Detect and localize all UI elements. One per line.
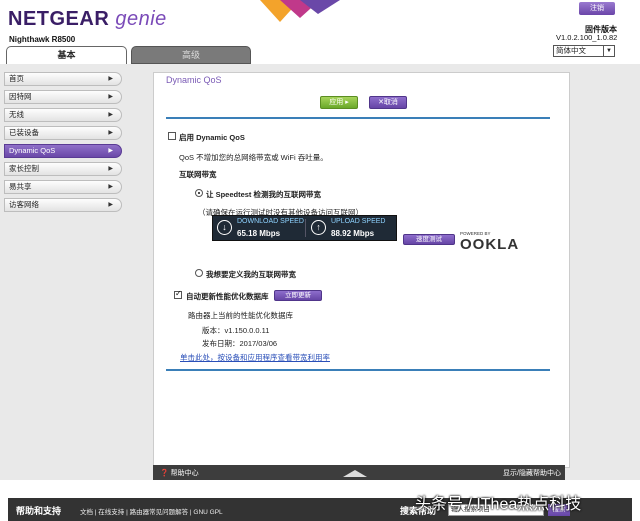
- divider-top: [166, 117, 550, 119]
- qos-description: QoS 不增加您的总网络带宽或 WiFi 吞吐量。: [179, 153, 328, 162]
- auto-update-checkbox[interactable]: [174, 289, 182, 299]
- frame-inner: 首页 ▶ 因特网 ▶ 无线 ▶ 已装设备 ▶ Dynamic QoS ▶ 家长控制 ▶ 易共…: [0, 64, 640, 480]
- sidebar-item-wireless[interactable]: 无线 ▶: [4, 108, 122, 122]
- divider-bottom: [166, 369, 550, 371]
- chevron-right-icon: ▶: [108, 112, 113, 118]
- chevron-right-icon: ▶: [108, 76, 113, 82]
- download-value: 65.18 Mbps: [237, 229, 281, 238]
- sidebar-item-label: Dynamic QoS: [9, 146, 56, 155]
- enable-qos-label: 启用 Dynamic QoS: [179, 133, 245, 142]
- tab-advanced[interactable]: 高级: [131, 46, 251, 64]
- speedtest-radio-label: 让 Speedtest 检测我的互联网带宽: [206, 190, 322, 199]
- sidebar-item-internet[interactable]: 因特网 ▶: [4, 90, 122, 104]
- page-title: Dynamic QoS: [166, 75, 222, 85]
- logo-product: genie: [115, 8, 167, 30]
- sidebar-item-label: 首页: [9, 74, 24, 83]
- help-icon: ❓: [160, 470, 169, 477]
- speed-test-button[interactable]: 速度测试: [403, 234, 455, 245]
- support-links[interactable]: 文档 | 在线支持 | 路由器常见问题解答 | GNU GPL: [80, 506, 223, 516]
- main-frame: 首页 ▶ 因特网 ▶ 无线 ▶ 已装设备 ▶ Dynamic QoS ▶ 家长控制 ▶ 易共…: [0, 64, 640, 480]
- custom-bandwidth-radio[interactable]: [195, 269, 203, 277]
- speedtest-radio[interactable]: [195, 189, 203, 197]
- chevron-right-icon: ▶: [108, 166, 113, 172]
- sidebar-item-label: 家长控制: [9, 164, 39, 173]
- tab-basic[interactable]: 基本: [6, 46, 127, 64]
- download-arrow-icon: ↓: [217, 220, 232, 235]
- sidebar-item-dynamic-qos[interactable]: Dynamic QoS ▶: [4, 144, 122, 158]
- upload-label: UPLOAD SPEED: [331, 218, 386, 225]
- speed-separator: [305, 219, 306, 237]
- watermark: 头条号 / IThea热点科技: [415, 496, 582, 513]
- logo-brand: NETGEAR: [8, 8, 110, 30]
- support-title: 帮助和支持: [16, 506, 62, 516]
- cancel-button[interactable]: ✕取消: [369, 96, 407, 109]
- speedtest-result: ↓ DOWNLOAD SPEED 65.18 Mbps ↑ UPLOAD SPE…: [212, 215, 397, 241]
- logo-swoosh-graphic: [260, 0, 340, 22]
- netgear-genie-logo: NETGEAR genie: [8, 8, 167, 31]
- chevron-right-icon: ▶: [108, 130, 113, 136]
- db-version: 版本：v1.150.0.0.11: [202, 326, 270, 335]
- sidebar-item-label: 访客网络: [9, 200, 39, 209]
- update-now-button[interactable]: 立即更新: [274, 290, 322, 301]
- firmware-version: V1.0.2.100_1.0.82: [556, 33, 618, 42]
- content-panel: Dynamic QoS 应用 ▸ ✕取消 启用 Dynamic QoS QoS …: [153, 72, 570, 468]
- sidebar-item-guest-network[interactable]: 访客网络 ▶: [4, 198, 122, 212]
- download-label: DOWNLOAD SPEED: [237, 218, 304, 225]
- expand-triangle-icon[interactable]: [343, 470, 367, 477]
- sidebar-item-label: 易共享: [9, 182, 32, 191]
- enable-qos-checkbox[interactable]: [168, 132, 176, 140]
- chevron-right-icon: ▶: [108, 202, 113, 208]
- language-value: 简体中文: [556, 46, 586, 55]
- custom-bandwidth-label: 我想要定义我的互联网带宽: [206, 270, 296, 279]
- upload-value: 88.92 Mbps: [331, 229, 375, 238]
- logout-button[interactable]: 注销: [579, 2, 615, 15]
- sidebar: 首页 ▶ 因特网 ▶ 无线 ▶ 已装设备 ▶ Dynamic QoS ▶ 家长控制 ▶ 易共…: [0, 72, 124, 216]
- sidebar-item-readyshare[interactable]: 易共享 ▶: [4, 180, 122, 194]
- header: NETGEAR genie Nighthawk R8500 注销 固件版本 V1…: [0, 0, 640, 64]
- download-speed: ↓ DOWNLOAD SPEED 65.18 Mbps: [213, 216, 305, 240]
- chevron-right-icon: ▶: [108, 148, 113, 154]
- language-select[interactable]: 简体中文 ▼: [553, 45, 615, 57]
- bandwidth-usage-link[interactable]: 单击此处，按设备和应用程序查看带宽利用率: [180, 352, 330, 363]
- db-description: 路由器上当前的性能优化数据库: [188, 311, 293, 320]
- show-hide-help-toggle[interactable]: 显示/隐藏帮助中心: [503, 468, 561, 478]
- sidebar-item-label: 已装设备: [9, 128, 39, 137]
- model-name: Nighthawk R8500: [9, 35, 76, 44]
- sidebar-item-parental-controls[interactable]: 家长控制 ▶: [4, 162, 122, 176]
- chevron-right-icon: ▶: [108, 94, 113, 100]
- ookla-logo: OOKLA: [460, 236, 520, 253]
- chevron-right-icon: ▶: [108, 184, 113, 190]
- sidebar-item-label: 无线: [9, 110, 24, 119]
- upload-speed: ↑ UPLOAD SPEED 88.92 Mbps: [307, 216, 397, 240]
- sidebar-item-home[interactable]: 首页 ▶: [4, 72, 122, 86]
- sidebar-item-label: 因特网: [9, 92, 32, 101]
- upload-arrow-icon: ↑: [311, 220, 326, 235]
- apply-button[interactable]: 应用 ▸: [320, 96, 358, 109]
- sidebar-item-attached-devices[interactable]: 已装设备 ▶: [4, 126, 122, 140]
- help-bar: ❓ 帮助中心 显示/隐藏帮助中心: [153, 465, 565, 480]
- help-center-link[interactable]: ❓ 帮助中心: [160, 468, 199, 478]
- chevron-down-icon: ▼: [603, 46, 614, 56]
- auto-update-label: 自动更新性能优化数据库: [186, 292, 269, 301]
- bandwidth-heading: 互联网带宽: [179, 170, 217, 179]
- db-release-date: 发布日期：2017/03/06: [202, 339, 278, 348]
- help-center-label: 帮助中心: [170, 470, 199, 477]
